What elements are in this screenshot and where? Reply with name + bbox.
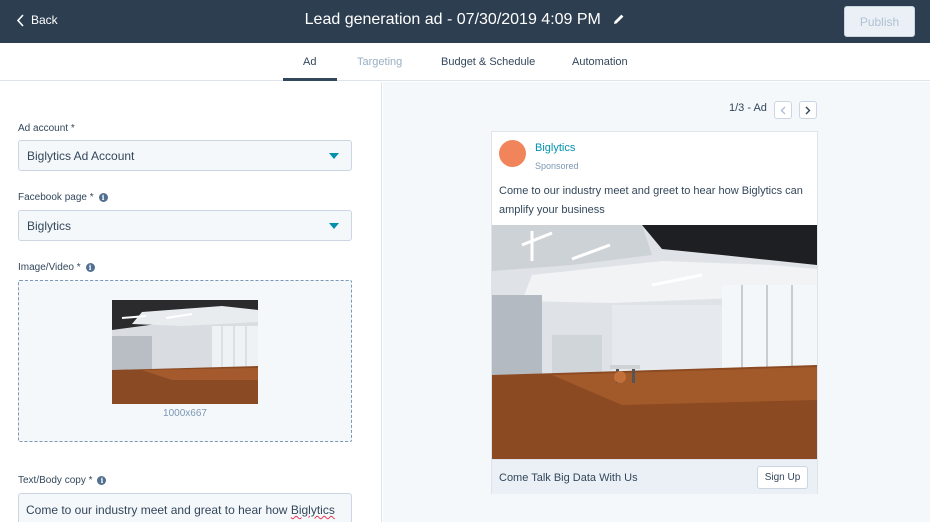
facebook-page-value: Biglytics: [27, 219, 72, 233]
info-icon[interactable]: i: [85, 263, 95, 272]
tab-bar: Ad Targeting Budget & Schedule Automatio…: [0, 43, 930, 81]
chevron-right-icon: [805, 106, 811, 114]
caret-down-icon: [329, 223, 339, 229]
facebook-page-label-text: Facebook page *: [18, 192, 94, 203]
tab-ad[interactable]: Ad: [303, 56, 316, 68]
preview-headline: Come Talk Big Data With Us: [499, 472, 638, 484]
caret-down-icon: [329, 153, 339, 159]
image-upload-dropzone[interactable]: 1000x667: [18, 280, 352, 442]
tab-budget-schedule[interactable]: Budget & Schedule: [441, 56, 535, 68]
spellcheck-flagged-word: Biglytics: [290, 503, 335, 517]
body-copy-text: Come to our industry meet and great to h…: [26, 503, 291, 517]
office-photo-icon: [112, 300, 258, 404]
image-video-label-text: Image/Video *: [18, 262, 81, 273]
info-icon[interactable]: i: [98, 193, 108, 202]
image-dimensions: 1000x667: [163, 408, 207, 419]
ad-account-label: Ad account *: [18, 123, 75, 134]
body-copy-textarea[interactable]: Come to our industry meet and great to h…: [18, 493, 352, 522]
sponsored-label: Sponsored: [535, 161, 579, 171]
preview-ad-image: [492, 225, 817, 459]
next-ad-button[interactable]: [799, 101, 817, 119]
facebook-ad-preview-card: Biglytics Sponsored Come to our industry…: [491, 131, 818, 494]
body-copy-label: Text/Body copy * i: [18, 475, 107, 486]
ad-account-value: Biglytics Ad Account: [27, 149, 135, 163]
body-copy-label-text: Text/Body copy *: [18, 475, 93, 486]
page-avatar: [499, 140, 526, 167]
preview-pager: 1/3 - Ad: [729, 102, 767, 114]
preview-body-copy: Come to our industry meet and greet to h…: [499, 185, 803, 216]
active-tab-indicator: [283, 78, 337, 81]
publish-button[interactable]: Publish: [844, 6, 915, 37]
ad-account-label-text: Ad account *: [18, 123, 75, 134]
tab-targeting[interactable]: Targeting: [357, 56, 402, 68]
uploaded-image-thumbnail[interactable]: [112, 300, 258, 404]
ad-account-select[interactable]: Biglytics Ad Account: [18, 140, 352, 171]
facebook-page-select[interactable]: Biglytics: [18, 210, 352, 241]
previous-ad-button[interactable]: [774, 101, 792, 119]
top-bar: Back Lead generation ad - 07/30/2019 4:0…: [0, 0, 930, 43]
tab-automation[interactable]: Automation: [572, 56, 628, 68]
ad-title-container: Lead generation ad - 07/30/2019 4:09 PM: [0, 11, 930, 29]
pencil-icon[interactable]: [613, 13, 625, 25]
image-video-label: Image/Video * i: [18, 262, 95, 273]
chevron-left-icon: [780, 106, 786, 114]
facebook-page-label: Facebook page * i: [18, 192, 108, 203]
ad-preview-panel: 1/3 - Ad Biglytics Sponsored Come to our…: [383, 82, 930, 522]
ad-title: Lead generation ad - 07/30/2019 4:09 PM: [304, 11, 601, 28]
cta-bar: Come Talk Big Data With Us Sign Up: [492, 459, 817, 494]
sign-up-button[interactable]: Sign Up: [757, 466, 808, 489]
info-icon[interactable]: i: [97, 476, 107, 485]
preview-page-name[interactable]: Biglytics: [535, 142, 575, 154]
office-photo-icon: [492, 225, 817, 459]
ad-form-panel: Ad account * Biglytics Ad Account Facebo…: [0, 82, 382, 522]
